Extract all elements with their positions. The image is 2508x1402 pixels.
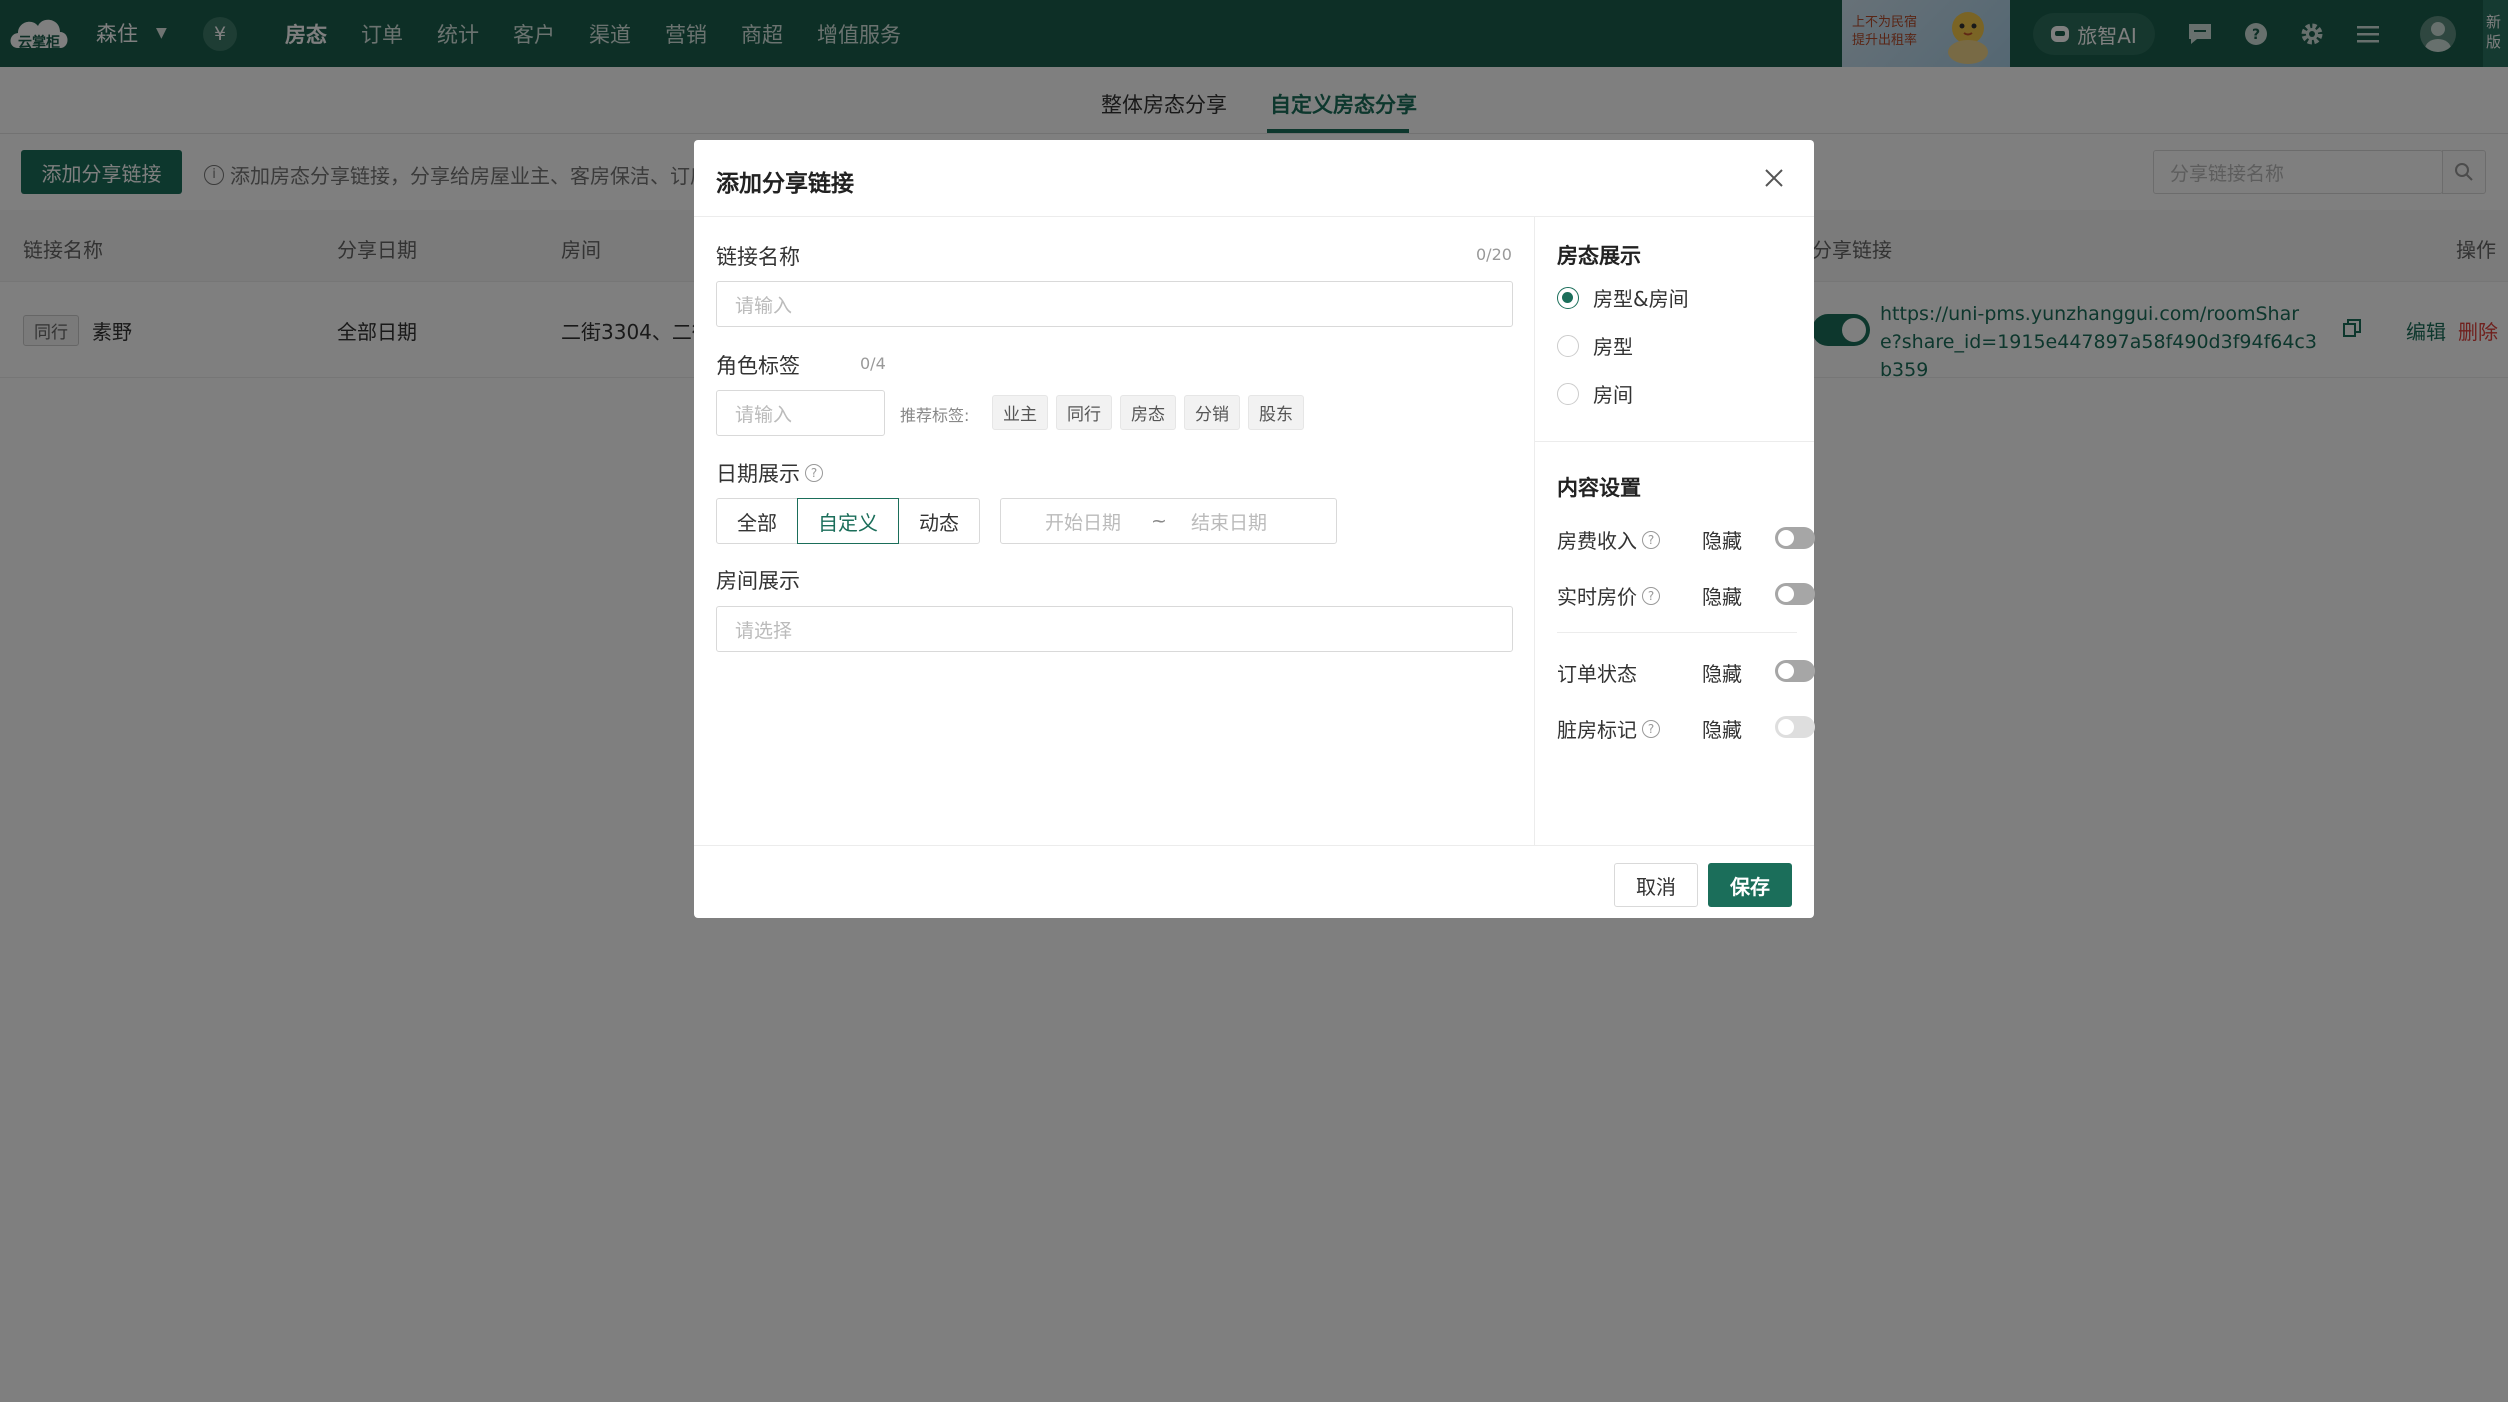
end-date-placeholder: 结束日期 [1191, 511, 1268, 534]
hide-label: 隐藏 [1702, 662, 1742, 686]
date-mode-custom[interactable]: 自定义 [797, 498, 899, 544]
help-icon[interactable]: ? [805, 464, 823, 482]
role-tag-label: 角色标签 [716, 354, 800, 378]
date-display-label: 日期展示 ? [716, 458, 823, 488]
date-display-text: 日期展示 [716, 462, 800, 486]
role-tag-count: 0/4 [860, 354, 886, 373]
hide-toggle-disabled [1775, 716, 1815, 738]
hide-label: 隐藏 [1702, 718, 1742, 742]
recommend-tag-shareholder[interactable]: 股东 [1248, 395, 1304, 430]
section-divider [1557, 632, 1797, 633]
recommend-tags-label: 推荐标签: [900, 406, 970, 425]
setting-dirty-room: 脏房标记 ? 隐藏 [1557, 712, 1815, 743]
add-share-link-dialog: 添加分享链接 链接名称 0/20 请输入 角色标签 0/4 请输入 推荐标签: … [694, 140, 1815, 918]
start-date-placeholder: 开始日期 [1045, 511, 1122, 534]
radio-room-type-and-room[interactable]: 房型&房间 [1557, 283, 1689, 312]
recommend-tag-peer[interactable]: 同行 [1056, 395, 1112, 430]
setting-label: 实时房价 ? [1557, 581, 1660, 610]
content-settings-title: 内容设置 [1557, 476, 1641, 500]
link-name-label: 链接名称 [716, 245, 800, 269]
section-divider [1535, 441, 1814, 442]
setting-label: 脏房标记 ? [1557, 714, 1660, 743]
setting-realtime-price: 实时房价 ? 隐藏 [1557, 579, 1815, 610]
setting-label-text: 实时房价 [1557, 585, 1637, 609]
radio-room[interactable]: 房间 [1557, 379, 1633, 408]
setting-label: 房费收入 ? [1557, 525, 1660, 554]
recommend-tag-owner[interactable]: 业主 [992, 395, 1048, 430]
dialog-header: 添加分享链接 [694, 140, 1814, 217]
hide-label: 隐藏 [1702, 529, 1742, 553]
radio-label: 房型&房间 [1593, 287, 1689, 311]
role-tag-input[interactable]: 请输入 [716, 390, 885, 436]
radio-checked-icon [1557, 286, 1579, 309]
setting-order-status: 订单状态 隐藏 [1557, 656, 1815, 687]
hide-toggle[interactable] [1775, 660, 1815, 682]
help-icon[interactable]: ? [1642, 586, 1660, 605]
help-icon[interactable]: ? [1642, 719, 1660, 738]
cancel-button[interactable]: 取消 [1614, 863, 1698, 907]
date-range-picker[interactable]: 开始日期 ~ 结束日期 [1000, 498, 1337, 544]
save-button[interactable]: 保存 [1708, 863, 1792, 907]
hide-toggle[interactable] [1775, 583, 1815, 605]
date-mode-dynamic[interactable]: 动态 [898, 498, 980, 544]
radio-room-type[interactable]: 房型 [1557, 331, 1633, 360]
setting-label-text: 房费收入 [1557, 529, 1637, 553]
dialog-footer: 取消 保存 [694, 845, 1814, 918]
close-icon[interactable] [1760, 164, 1788, 192]
room-display-label: 房间展示 [716, 569, 800, 593]
date-mode-all[interactable]: 全部 [716, 498, 798, 544]
hide-toggle[interactable] [1775, 527, 1815, 549]
setting-label-text: 脏房标记 [1557, 718, 1637, 742]
date-mode-segmented: 全部 自定义 动态 [716, 498, 980, 544]
dialog-title: 添加分享链接 [716, 171, 854, 197]
setting-label-text: 订单状态 [1557, 662, 1637, 686]
link-name-input[interactable]: 请输入 [716, 281, 1513, 327]
recommend-tag-distribution[interactable]: 分销 [1184, 395, 1240, 430]
dialog-settings-panel: 房态展示 房型&房间 房型 房间 内容设置 房费收入 ? 隐藏 实时房价 ? 隐… [1535, 217, 1815, 845]
recommend-tags: 业主 同行 房态 分销 股东 [992, 395, 1304, 430]
role-tag-placeholder: 请输入 [735, 403, 793, 426]
link-name-count: 0/20 [1476, 245, 1512, 264]
recommend-tag-status[interactable]: 房态 [1120, 395, 1176, 430]
status-display-title: 房态展示 [1557, 244, 1641, 268]
hide-label: 隐藏 [1702, 585, 1742, 609]
radio-label: 房间 [1593, 383, 1633, 407]
help-icon[interactable]: ? [1642, 530, 1660, 549]
setting-room-revenue: 房费收入 ? 隐藏 [1557, 523, 1815, 554]
radio-unchecked-icon [1557, 382, 1579, 405]
radio-label: 房型 [1593, 335, 1633, 359]
room-select[interactable]: 请选择 [716, 606, 1513, 652]
room-select-placeholder: 请选择 [735, 619, 793, 642]
link-name-placeholder: 请输入 [735, 294, 793, 317]
setting-label: 订单状态 [1557, 658, 1637, 687]
date-separator: ~ [1151, 510, 1167, 532]
radio-unchecked-icon [1557, 334, 1579, 357]
